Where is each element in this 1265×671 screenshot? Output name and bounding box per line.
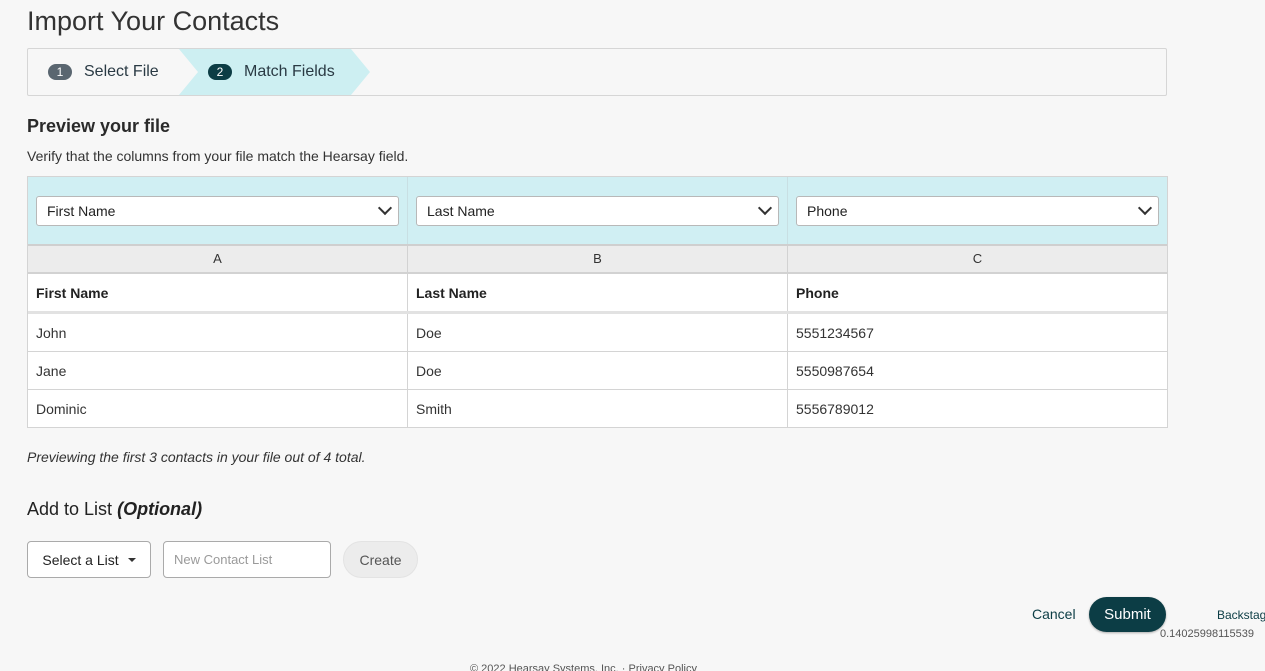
column-letter: C xyxy=(972,251,983,266)
table-cell: 5550987654 xyxy=(796,362,874,379)
step-select-file[interactable]: 1 Select File xyxy=(48,49,159,95)
cancel-button[interactable]: Cancel xyxy=(1032,606,1076,622)
chevron-down-icon xyxy=(1137,200,1153,216)
table-cell: 5556789012 xyxy=(796,400,874,417)
chevron-down-icon xyxy=(757,200,773,216)
table-header-cell: First Name xyxy=(28,274,408,311)
field-select-value: First Name xyxy=(47,202,116,219)
add-to-list-title: Add to List xyxy=(27,499,113,519)
table-row: Dominic Smith 5556789012 xyxy=(28,390,1167,427)
table-header-cell: Phone xyxy=(796,284,839,301)
version-number: 0.14025998115539 xyxy=(1160,628,1255,640)
select-list-dropdown[interactable]: Select a List xyxy=(27,541,151,578)
field-select-value: Phone xyxy=(807,202,848,219)
add-to-list-heading: Add to List (Optional) xyxy=(27,499,202,520)
new-contact-list-input[interactable] xyxy=(163,541,331,578)
preview-heading: Preview your file xyxy=(27,116,171,136)
field-select-column-b[interactable]: Last Name xyxy=(416,195,779,226)
create-list-button[interactable]: Create xyxy=(343,541,418,578)
import-contacts-page: Import Your Contacts 1 Select File 2 Mat… xyxy=(0,0,1265,671)
field-select-value: Last Name xyxy=(427,202,495,219)
column-letter: B xyxy=(408,246,788,272)
table-row: Jane Doe 5550987654 xyxy=(28,352,1167,390)
steps-progress-bar: 1 Select File 2 Match Fields xyxy=(27,48,1167,96)
field-mapping-cell: Phone xyxy=(788,177,1167,244)
table-cell: Smith xyxy=(408,390,788,427)
step-number-badge: 2 xyxy=(208,64,232,80)
preview-count-note: Previewing the first 3 contacts in your … xyxy=(27,449,366,465)
step-label: Match Fields xyxy=(244,63,335,80)
page-title: Import Your Contacts xyxy=(27,6,280,36)
preview-table: First Name Last Name Phone A B C First N… xyxy=(27,176,1168,428)
step-label: Select File xyxy=(84,63,159,80)
table-header-cell: Last Name xyxy=(408,274,788,311)
column-letter: A xyxy=(28,246,408,272)
caret-down-icon xyxy=(127,557,136,562)
field-select-column-c[interactable]: Phone xyxy=(796,195,1159,226)
table-cell: Doe xyxy=(408,314,788,351)
preview-description: Verify that the columns from your file m… xyxy=(27,148,409,164)
submit-button[interactable]: Submit xyxy=(1089,597,1166,632)
table-cell: Doe xyxy=(408,352,788,389)
table-cell: Dominic xyxy=(28,390,408,427)
field-mapping-cell: Last Name xyxy=(408,177,788,244)
optional-label: (Optional) xyxy=(117,499,203,519)
column-letter-row: A B C xyxy=(28,246,1167,274)
table-row: John Doe 5551234567 xyxy=(28,314,1167,352)
step-match-fields[interactable]: 2 Match Fields xyxy=(208,49,335,95)
footer-text: © 2022 Hearsay Systems, Inc. · Privacy P… xyxy=(470,663,697,671)
table-header-row: First Name Last Name Phone xyxy=(28,274,1167,314)
field-mapping-cell: First Name xyxy=(28,177,408,244)
table-cell: 5551234567 xyxy=(796,324,874,341)
select-list-label: Select a List xyxy=(42,551,119,568)
list-controls: Select a List Create xyxy=(27,541,418,578)
backstage-link[interactable]: Backstag xyxy=(1217,608,1265,622)
table-cell: Jane xyxy=(28,352,408,389)
chevron-down-icon xyxy=(377,200,393,216)
field-select-column-a[interactable]: First Name xyxy=(36,195,399,226)
step-number-badge: 1 xyxy=(48,64,72,80)
field-mapping-row: First Name Last Name Phone xyxy=(28,177,1167,246)
table-cell: John xyxy=(28,314,408,351)
